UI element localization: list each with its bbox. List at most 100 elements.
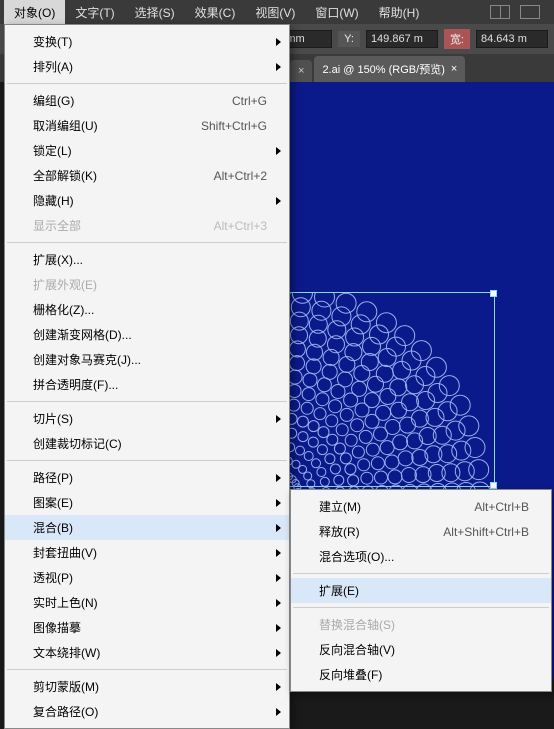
menu-separator: [7, 401, 287, 402]
menu-item-label: 创建裁切标记(C): [33, 435, 122, 452]
object-menu-item-26[interactable]: 图像描摹: [5, 615, 289, 640]
object-menu-item-0[interactable]: 变换(T): [5, 29, 289, 54]
object-menu-item-17[interactable]: 切片(S): [5, 406, 289, 431]
object-menu-item-7[interactable]: 隐藏(H): [5, 188, 289, 213]
object-menu-item-6[interactable]: 全部解锁(K)Alt+Ctrl+2: [5, 163, 289, 188]
menu-shortcut: Ctrl+G: [232, 94, 267, 108]
selection-bbox[interactable]: [290, 292, 495, 487]
menu-item-label: 反向混合轴(V): [319, 641, 395, 658]
blend-submenu-item-4[interactable]: 扩展(E): [291, 578, 551, 603]
menubar-item-view[interactable]: 视图(V): [245, 0, 305, 25]
menubar-item-type[interactable]: 文字(T): [65, 0, 124, 25]
tab-b[interactable]: 2.ai @ 150% (RGB/预览) ×: [314, 56, 465, 82]
menu-item-label: 锁定(L): [33, 142, 72, 159]
submenu-arrow-icon: [276, 499, 281, 507]
submenu-arrow-icon: [276, 649, 281, 657]
submenu-arrow-icon: [276, 415, 281, 423]
menubar-item-object[interactable]: 对象(O): [4, 0, 65, 25]
blend-submenu-item-2[interactable]: 混合选项(O)...: [291, 544, 551, 569]
field-w[interactable]: [476, 30, 548, 48]
object-menu-item-20[interactable]: 路径(P): [5, 465, 289, 490]
submenu-arrow-icon: [276, 474, 281, 482]
object-menu-item-4[interactable]: 取消编组(U)Shift+Ctrl+G: [5, 113, 289, 138]
label-y: Y:: [338, 31, 360, 47]
menu-separator: [7, 242, 287, 243]
object-menu-item-12[interactable]: 栅格化(Z)...: [5, 297, 289, 322]
menu-item-label: 显示全部: [33, 217, 81, 234]
menu-item-label: 复合路径(O): [33, 703, 98, 720]
menu-item-label: 切片(S): [33, 410, 73, 427]
menu-item-label: 变换(T): [33, 33, 72, 50]
object-menu-item-14[interactable]: 创建对象马赛克(J)...: [5, 347, 289, 372]
label-w: 宽:: [444, 29, 470, 49]
menubar-item-effect[interactable]: 效果(C): [185, 0, 246, 25]
menu-separator: [293, 607, 549, 608]
menubar-item-select[interactable]: 选择(S): [125, 0, 185, 25]
object-menu-item-18[interactable]: 创建裁切标记(C): [5, 431, 289, 456]
object-menu-item-24[interactable]: 透视(P): [5, 565, 289, 590]
menubar-item-help[interactable]: 帮助(H): [369, 0, 430, 25]
menu-item-label: 反向堆叠(F): [319, 666, 382, 683]
screen-icon[interactable]: [520, 5, 540, 19]
menubar: 对象(O) 文字(T) 选择(S) 效果(C) 视图(V) 窗口(W) 帮助(H…: [0, 0, 554, 24]
menu-separator: [7, 669, 287, 670]
menu-shortcut: Alt+Ctrl+3: [214, 219, 267, 233]
submenu-arrow-icon: [276, 63, 281, 71]
menu-item-label: 拼合透明度(F)...: [33, 376, 118, 393]
object-menu-item-13[interactable]: 创建渐变网格(D)...: [5, 322, 289, 347]
menu-shortcut: Alt+Shift+Ctrl+B: [443, 525, 529, 539]
submenu-arrow-icon: [276, 549, 281, 557]
submenu-arrow-icon: [276, 574, 281, 582]
object-menu-item-30[interactable]: 复合路径(O): [5, 699, 289, 724]
menubar-right: [490, 5, 550, 19]
object-menu-item-8: 显示全部 Alt+Ctrl+3: [5, 213, 289, 238]
blend-submenu-item-1[interactable]: 释放(R)Alt+Shift+Ctrl+B: [291, 519, 551, 544]
submenu-arrow-icon: [276, 624, 281, 632]
blend-submenu-item-8[interactable]: 反向堆叠(F): [291, 662, 551, 687]
submenu-arrow-icon: [276, 38, 281, 46]
menu-item-label: 扩展(E): [319, 582, 359, 599]
menubar-item-window[interactable]: 窗口(W): [305, 0, 368, 25]
object-menu-item-27[interactable]: 文本绕排(W): [5, 640, 289, 665]
object-menu-item-21[interactable]: 图案(E): [5, 490, 289, 515]
object-menu-item-23[interactable]: 封套扭曲(V): [5, 540, 289, 565]
menu-item-label: 混合(B): [33, 519, 73, 536]
object-menu-item-1[interactable]: 排列(A): [5, 54, 289, 79]
tab-close[interactable]: ×: [451, 63, 457, 75]
submenu-arrow-icon: [276, 708, 281, 716]
blend-submenu-item-0[interactable]: 建立(M) Alt+Ctrl+B: [291, 494, 551, 519]
object-menu-item-15[interactable]: 拼合透明度(F)...: [5, 372, 289, 397]
blend-submenu-item-7[interactable]: 反向混合轴(V): [291, 637, 551, 662]
menu-item-label: 创建渐变网格(D)...: [33, 326, 132, 343]
object-menu-item-5[interactable]: 锁定(L): [5, 138, 289, 163]
blend-submenu-item-6: 替换混合轴(S): [291, 612, 551, 637]
object-menu-item-29[interactable]: 剪切蒙版(M): [5, 674, 289, 699]
blend-submenu: 建立(M) Alt+Ctrl+B 释放(R)Alt+Shift+Ctrl+B 混合选项…: [290, 489, 552, 692]
submenu-arrow-icon: [276, 147, 281, 155]
layout-icon[interactable]: [490, 5, 510, 19]
menu-item-label: 透视(P): [33, 569, 73, 586]
menu-item-label: 创建对象马赛克(J)...: [33, 351, 141, 368]
field-y[interactable]: [366, 30, 438, 48]
menu-separator: [7, 460, 287, 461]
tab-a[interactable]: ×: [290, 60, 312, 82]
object-menu-item-10[interactable]: 扩展(X)...: [5, 247, 289, 272]
menu-item-label: 扩展外观(E): [33, 276, 97, 293]
menu-item-label: 全部解锁(K): [33, 167, 97, 184]
submenu-arrow-icon: [276, 197, 281, 205]
menu-shortcut: Alt+Ctrl+B: [474, 500, 529, 514]
menu-item-label: 隐藏(H): [33, 192, 74, 209]
menu-item-label: 编组(G): [33, 92, 74, 109]
tab-label: 2.ai @ 150% (RGB/预览): [322, 61, 444, 77]
submenu-arrow-icon: [276, 524, 281, 532]
tab-close[interactable]: ×: [298, 65, 304, 77]
object-menu-item-22[interactable]: 混合(B): [5, 515, 289, 540]
menu-item-label: 图像描摹: [33, 619, 81, 636]
menu-item-label: 剪切蒙版(M): [33, 678, 99, 695]
menu-item-label: 取消编组(U): [33, 117, 98, 134]
menu-item-label: 排列(A): [33, 58, 73, 75]
menu-item-label: 建立(M): [319, 498, 361, 515]
menu-item-label: 混合选项(O)...: [319, 548, 394, 565]
object-menu-item-25[interactable]: 实时上色(N): [5, 590, 289, 615]
object-menu-item-3[interactable]: 编组(G) Ctrl+G: [5, 88, 289, 113]
